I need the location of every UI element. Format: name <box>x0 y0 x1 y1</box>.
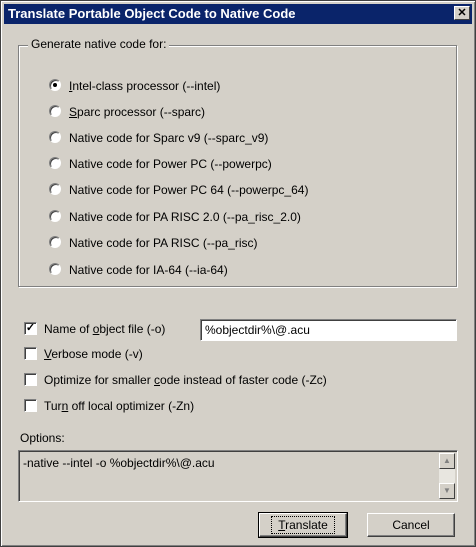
checkbox[interactable] <box>24 347 37 360</box>
checkbox-label: Turn off local optimizer (-Zn) <box>44 399 195 413</box>
options-label: Options: <box>20 431 65 445</box>
options-textarea[interactable]: -native --intel -o %objectdir%\@.acu ▲ ▼ <box>18 450 458 502</box>
radio-button[interactable] <box>49 236 61 248</box>
radio-label: Native code for Power PC 64 (--powerpc_6… <box>69 183 309 197</box>
scroll-up-icon[interactable]: ▲ <box>439 453 455 469</box>
radio-button[interactable] <box>49 157 61 169</box>
options-text: -native --intel -o %objectdir%\@.acu <box>23 456 215 470</box>
radio-button[interactable] <box>49 105 61 117</box>
radio-button[interactable] <box>49 131 61 143</box>
object-file-input[interactable]: %objectdir%\@.acu <box>200 319 457 341</box>
radio-label: Native code for PA RISC 2.0 (--pa_risc_2… <box>69 210 301 224</box>
options-scrollbar[interactable]: ▲ ▼ <box>439 453 455 499</box>
radio-label: Native code for PA RISC (--pa_risc) <box>69 236 258 250</box>
translate-button[interactable]: Translate <box>258 512 348 538</box>
radio-button[interactable] <box>49 210 61 222</box>
radio-button[interactable] <box>49 183 61 195</box>
checkbox-label: Optimize for smaller code instead of fas… <box>44 373 327 387</box>
radio-label: Sparc processor (--sparc) <box>69 105 206 119</box>
checkbox[interactable] <box>24 373 37 386</box>
target-group-label: Generate native code for: <box>28 37 170 51</box>
radio-label: Intel-class processor (--intel) <box>69 79 221 93</box>
scroll-down-icon[interactable]: ▼ <box>439 483 455 499</box>
checkbox-label: Name of object file (-o) <box>44 322 166 336</box>
checkbox-label: Verbose mode (-v) <box>44 347 143 361</box>
dialog-title: Translate Portable Object Code to Native… <box>8 6 296 21</box>
checkbox[interactable] <box>24 399 37 412</box>
checkbox[interactable]: ✓ <box>24 322 37 335</box>
radio-button[interactable] <box>49 263 61 275</box>
radio-button[interactable] <box>49 79 61 91</box>
title-bar: Translate Portable Object Code to Native… <box>4 4 472 24</box>
cancel-button[interactable]: Cancel <box>367 513 455 537</box>
radio-label: Native code for IA-64 (--ia-64) <box>69 263 228 277</box>
close-button[interactable]: ✕ <box>454 6 470 20</box>
radio-label: Native code for Sparc v9 (--sparc_v9) <box>69 131 269 145</box>
translate-dialog: Translate Portable Object Code to Native… <box>0 0 476 547</box>
translate-button-label: Translate <box>271 516 335 534</box>
radio-label: Native code for Power PC (--powerpc) <box>69 157 272 171</box>
